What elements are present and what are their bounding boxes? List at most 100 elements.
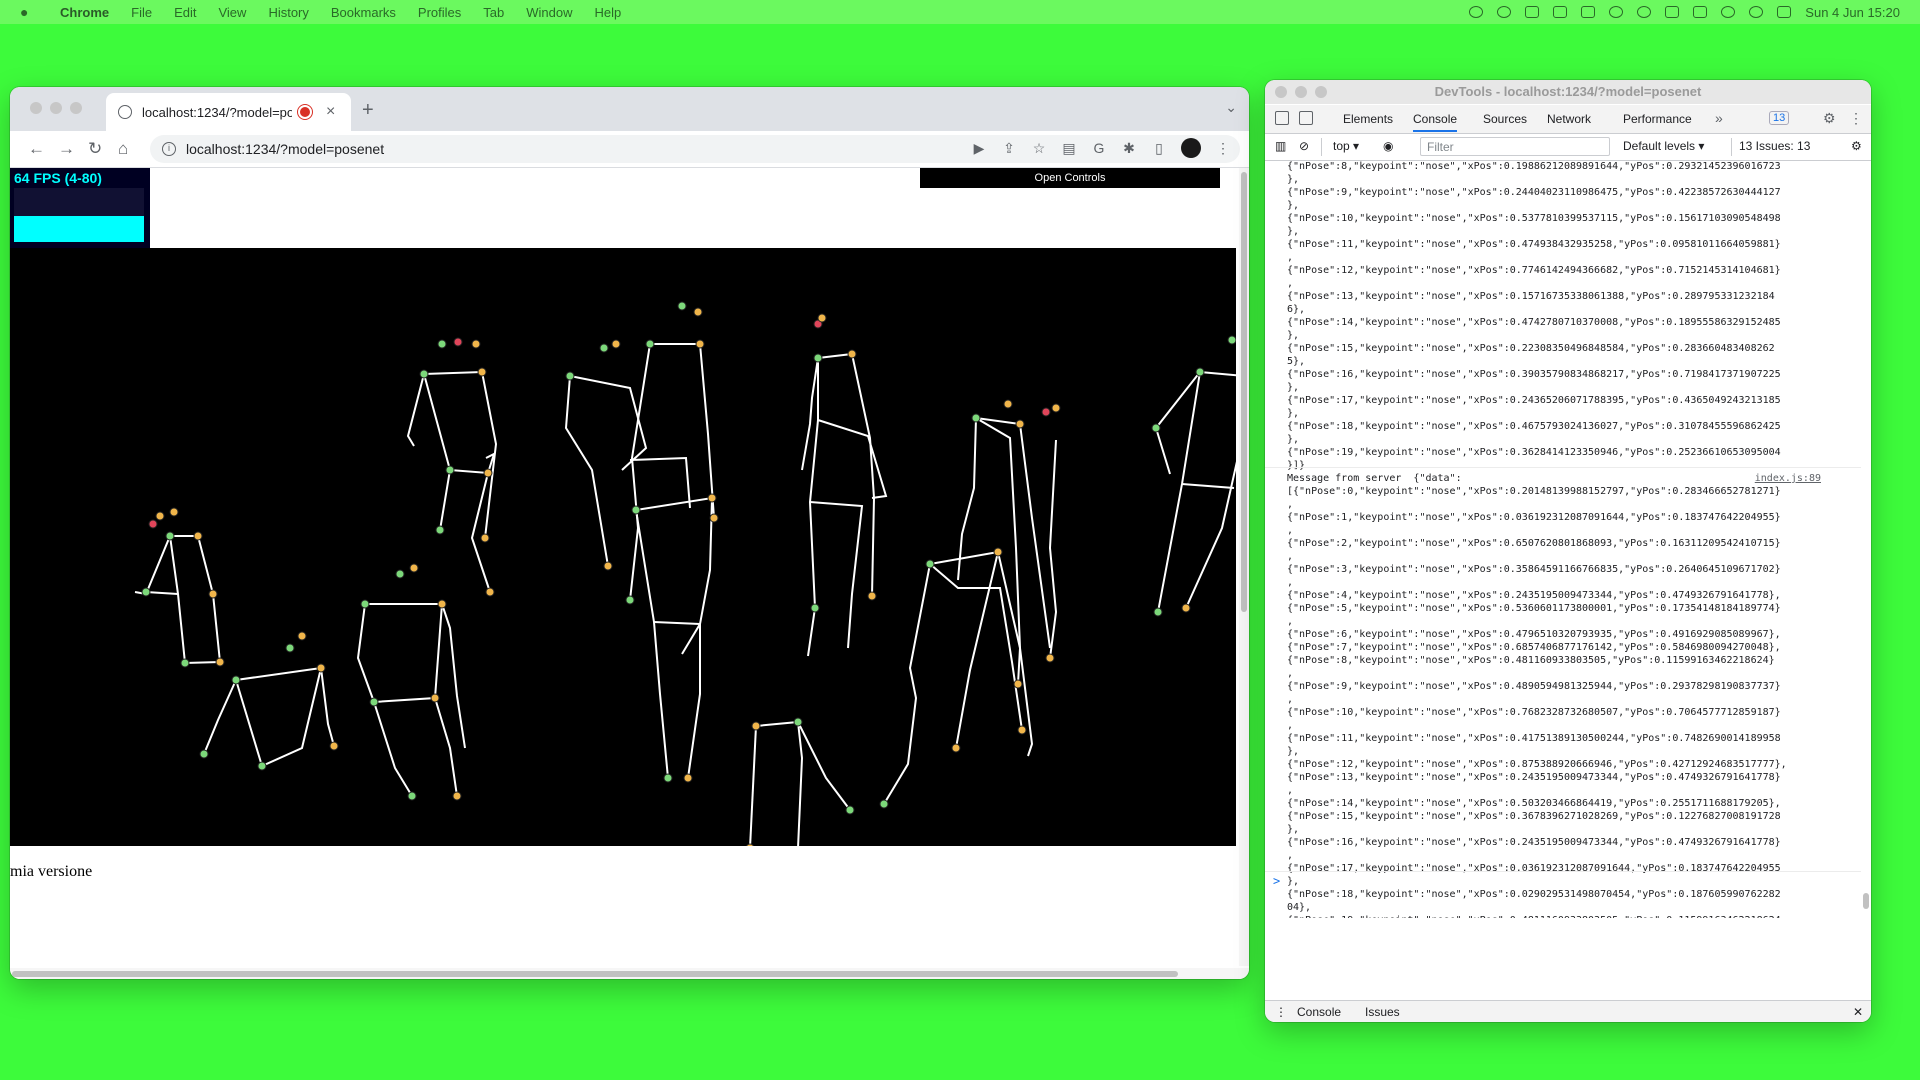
menu-bookmarks[interactable]: Bookmarks: [331, 5, 396, 20]
new-tab-button[interactable]: +: [362, 99, 374, 122]
user-icon[interactable]: [1637, 6, 1652, 18]
open-controls-button[interactable]: Open Controls: [920, 168, 1220, 188]
menu-edit[interactable]: Edit: [174, 5, 196, 20]
sidebar-toggle-icon[interactable]: ▥: [1275, 139, 1286, 153]
drawer-menu-icon[interactable]: ⋮: [1275, 1005, 1287, 1019]
horizontal-scroll-thumb[interactable]: [12, 971, 1178, 977]
skeleton-limb: [1048, 439, 1058, 659]
drawer-tab-issues[interactable]: Issues: [1365, 1005, 1400, 1019]
tab-network[interactable]: Network: [1547, 112, 1591, 126]
vertical-scroll-thumb[interactable]: [1241, 172, 1247, 612]
tab-search-icon[interactable]: ⌄: [1225, 99, 1237, 116]
home-icon[interactable]: ⌂: [118, 139, 128, 159]
profile-avatar[interactable]: [1181, 138, 1201, 158]
tab-sources[interactable]: Sources: [1483, 112, 1527, 126]
devtools-close-button[interactable]: [1275, 86, 1287, 98]
forward-arrow-icon[interactable]: →: [58, 139, 75, 159]
pose-canvas: [10, 248, 1246, 853]
status-box-icon[interactable]: [1665, 6, 1680, 18]
more-tabs-icon[interactable]: »: [1715, 110, 1723, 126]
console-settings-gear-icon[interactable]: ⚙: [1851, 139, 1862, 153]
log-levels-dropdown[interactable]: Default levels ▾: [1623, 139, 1704, 153]
context-selector[interactable]: top ▾: [1333, 139, 1359, 153]
menu-chrome[interactable]: Chrome: [60, 5, 109, 20]
drawer-close-icon[interactable]: ✕: [1853, 1005, 1863, 1019]
clock[interactable]: Sun 4 Jun 15:20: [1805, 5, 1900, 20]
console-scroll-thumb[interactable]: [1863, 893, 1869, 909]
console-log-line: {"nPose":8,"keypoint":"nose","xPos":0.19…: [1287, 161, 1781, 172]
tab-performance[interactable]: Performance: [1623, 112, 1692, 126]
more-menu-icon[interactable]: ⋮: [1215, 140, 1231, 156]
site-info-icon[interactable]: i: [162, 142, 176, 156]
menu-tab[interactable]: Tab: [483, 5, 504, 20]
toolbar-icons: ▶ ⇪ ☆ ▤ G ✱ ▯ ⋮: [971, 138, 1231, 158]
wifi-icon[interactable]: [1721, 6, 1736, 18]
fps-stats-panel[interactable]: 64 FPS (4-80): [10, 168, 150, 248]
inspect-element-icon[interactable]: [1275, 111, 1289, 125]
skeleton-limb: [235, 667, 322, 768]
skeleton-limb: [817, 352, 876, 597]
zoom-window-button[interactable]: [70, 102, 82, 114]
url-text[interactable]: localhost:1234/?model=posenet: [186, 141, 384, 157]
skeleton-limb: [169, 535, 222, 665]
side-panel-icon[interactable]: ▯: [1151, 140, 1167, 156]
keypoint: [297, 631, 307, 641]
tab-elements[interactable]: Elements: [1343, 112, 1393, 126]
extensions-icon[interactable]: ✱: [1121, 140, 1137, 156]
search-icon[interactable]: [1749, 6, 1764, 18]
tab-localhost[interactable]: localhost:1234/?model=posenet ×: [106, 93, 351, 131]
dropbox-icon[interactable]: [1525, 6, 1540, 18]
filter-input[interactable]: Filter: [1420, 137, 1610, 156]
minimize-window-button[interactable]: [50, 102, 62, 114]
status-docs-icon[interactable]: [1581, 6, 1596, 18]
back-arrow-icon[interactable]: ←: [28, 139, 45, 159]
share-icon[interactable]: ⇪: [1001, 140, 1017, 156]
menu-history[interactable]: History: [268, 5, 308, 20]
close-tab-button[interactable]: ×: [326, 103, 335, 121]
menu-window[interactable]: Window: [526, 5, 572, 20]
devtools-menu-icon[interactable]: ⋮: [1849, 110, 1863, 127]
console-log-line: },: [1287, 226, 1300, 237]
reload-icon[interactable]: ↻: [88, 139, 102, 159]
reader-icon[interactable]: ▤: [1061, 140, 1077, 156]
keypoint: [285, 643, 295, 653]
status-sync-icon[interactable]: [1497, 6, 1512, 18]
page-vertical-scrollbar[interactable]: [1239, 168, 1249, 966]
keypoint: [1153, 607, 1163, 617]
translate-icon[interactable]: G: [1091, 140, 1107, 156]
menu-view[interactable]: View: [218, 5, 246, 20]
battery-icon[interactable]: [1693, 6, 1708, 18]
devtools-zoom-button[interactable]: [1315, 86, 1327, 98]
settings-gear-icon[interactable]: ⚙: [1823, 110, 1836, 127]
keypoint: [231, 675, 241, 685]
status-cloud-icon[interactable]: [1553, 6, 1568, 18]
tab-console[interactable]: Console: [1413, 112, 1458, 132]
menu-file[interactable]: File: [131, 5, 152, 20]
headphones-icon[interactable]: [1609, 6, 1624, 18]
close-window-button[interactable]: [30, 102, 42, 114]
bookmark-star-icon[interactable]: ☆: [1031, 140, 1047, 156]
control-center-icon[interactable]: [1777, 6, 1792, 18]
console-output: {"nPose":8,"keypoint":"nose","xPos":0.19…: [1265, 161, 1861, 918]
keypoint: [141, 587, 151, 597]
live-expression-eye-icon[interactable]: ◉: [1383, 139, 1393, 153]
skeleton-limb: [955, 551, 999, 749]
menu-help[interactable]: Help: [595, 5, 622, 20]
messages-badge[interactable]: 13: [1769, 111, 1790, 125]
drawer-tab-console[interactable]: Console: [1297, 1005, 1341, 1022]
status-app-icon[interactable]: [1469, 6, 1484, 18]
console-scrollbar[interactable]: [1861, 161, 1871, 918]
camera-icon[interactable]: ▶: [971, 140, 987, 156]
skeleton-limb: [653, 621, 701, 625]
device-toolbar-icon[interactable]: [1299, 111, 1313, 125]
page-horizontal-scrollbar[interactable]: [10, 968, 1249, 979]
message-source-link[interactable]: index.js:89: [1755, 473, 1821, 484]
clear-console-icon[interactable]: ⊘: [1299, 139, 1309, 153]
console-prompt[interactable]: >: [1273, 874, 1280, 888]
menu-profiles[interactable]: Profiles: [418, 5, 461, 20]
console-log-line: {"nPose":14,"keypoint":"nose","xPos":0.5…: [1287, 798, 1781, 809]
apple-icon[interactable]: ●: [20, 4, 38, 20]
keypoint: [208, 589, 218, 599]
issues-counter[interactable]: 13 Issues: 13: [1739, 139, 1810, 153]
devtools-minimize-button[interactable]: [1295, 86, 1307, 98]
